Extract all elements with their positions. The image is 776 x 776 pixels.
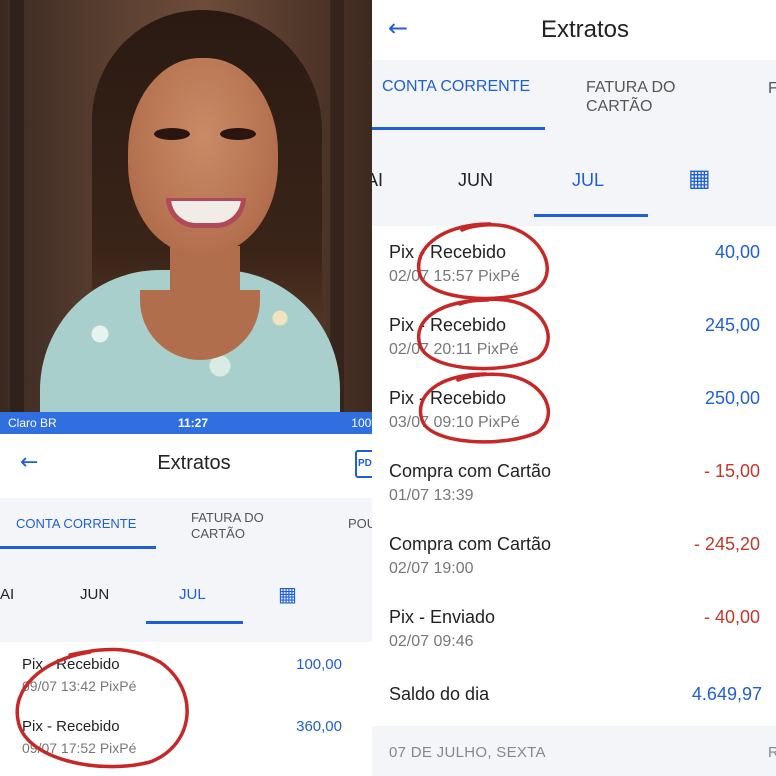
- month-jun[interactable]: JUN: [458, 170, 493, 191]
- month-mai[interactable]: AI: [0, 586, 14, 603]
- month-jul[interactable]: JUL: [179, 586, 206, 603]
- nav-bar: ← Extratos: [372, 0, 776, 60]
- month-selector: AI JUN JUL ▦: [0, 564, 388, 642]
- tab-bar: CONTA CORRENTE FATURA DO CARTÃO F: [372, 60, 776, 130]
- tab-bar: CONTA CORRENTE FATURA DO CARTÃO POUP: [0, 498, 388, 564]
- transaction-row[interactable]: Compra com Cartão 01/07 13:39 - 15,00: [372, 447, 776, 520]
- date-section-header: 07 DE JULHO, SEXTA R: [372, 726, 776, 776]
- date-header-label: 07 DE JULHO, SEXTA: [389, 744, 546, 761]
- transaction-label: Pix - Recebido: [389, 388, 507, 408]
- transaction-amount: - 40,00: [703, 607, 760, 627]
- transaction-row[interactable]: Pix - Recebido 02/07 20:11 PixPé 245,00: [372, 301, 776, 374]
- transaction-row[interactable]: Pix - Recebido 09/07 17:52 PixPé 360,00: [0, 706, 388, 768]
- right-phone-screen: ← Extratos CONTA CORRENTE FATURA DO CART…: [372, 0, 776, 776]
- month-mai[interactable]: AI: [372, 170, 383, 191]
- daily-balance-amount: 4.649,97: [691, 684, 762, 704]
- transaction-amount: - 245,20: [693, 534, 760, 554]
- page-title: Extratos: [541, 16, 630, 43]
- page-title: Extratos: [157, 452, 231, 474]
- transaction-label: Pix - Recebido: [22, 718, 120, 735]
- transaction-row[interactable]: Pix - Enviado 02/07 09:46 - 40,00: [372, 593, 776, 666]
- month-jun[interactable]: JUN: [80, 586, 109, 603]
- transaction-amount: - 15,00: [703, 461, 760, 481]
- transaction-amount: 245,00: [704, 315, 760, 335]
- daily-balance: Saldo do dia 4.649,97: [372, 664, 776, 726]
- transaction-subtitle: 02/07 09:46: [389, 633, 474, 650]
- daily-balance-label: Saldo do dia: [389, 684, 490, 704]
- transaction-row[interactable]: Pix - Recebido 09/07 13:42 PixPé 100,00: [0, 644, 388, 706]
- tab-fatura-line2: CARTÃO: [586, 98, 653, 115]
- calendar-icon[interactable]: ▦: [278, 582, 297, 606]
- transaction-label: Compra com Cartão: [389, 534, 552, 554]
- date-header-right: R: [768, 744, 776, 761]
- month-selector: AI JUN JUL ▦: [372, 130, 776, 226]
- left-phone-screen: Claro BR 11:27 100% ← Extratos PDF CONTA…: [0, 412, 388, 776]
- transaction-subtitle: 09/07 13:42 PixPé: [22, 678, 137, 694]
- tab-poupanca[interactable]: F: [768, 80, 776, 98]
- transaction-amount: 40,00: [714, 242, 760, 262]
- transaction-subtitle: 02/07 20:11 PixPé: [389, 341, 519, 358]
- transaction-subtitle: 01/07 13:39: [389, 487, 474, 504]
- transaction-label: Pix - Recebido: [389, 242, 507, 262]
- transaction-subtitle: 03/07 09:10 PixPé: [389, 414, 520, 431]
- transaction-subtitle: 02/07 15:57 PixPé: [389, 268, 520, 285]
- carrier-label: Claro BR: [8, 416, 57, 430]
- transaction-amount: 250,00: [704, 388, 760, 408]
- transaction-row[interactable]: Pix - Recebido 02/07 15:57 PixPé 40,00: [372, 228, 776, 301]
- calendar-icon[interactable]: ▦: [688, 164, 711, 192]
- transaction-amount: 100,00: [296, 656, 342, 673]
- tab-conta-corrente[interactable]: CONTA CORRENTE: [382, 78, 530, 96]
- back-arrow-icon[interactable]: ←: [388, 14, 408, 42]
- transaction-label: Pix - Recebido: [389, 315, 507, 335]
- active-month-indicator: [146, 621, 243, 624]
- screenshot-collage: Claro BR 11:27 100% ← Extratos PDF CONTA…: [0, 0, 776, 776]
- clock: 11:27: [178, 416, 209, 430]
- transaction-label: Compra com Cartão: [389, 461, 552, 481]
- active-month-indicator: [534, 214, 648, 217]
- nav-bar: ← Extratos PDF: [0, 434, 388, 498]
- transaction-row[interactable]: Compra com Cartão 02/07 19:00 - 245,20: [372, 520, 776, 593]
- tab-fatura-do-cartao[interactable]: FATURA DO CARTÃO: [191, 510, 291, 542]
- transaction-row[interactable]: Pix - Recebido 03/07 09:10 PixPé 250,00: [372, 374, 776, 447]
- transaction-label: Pix - Recebido: [22, 656, 120, 673]
- tab-fatura-line1: FATURA DO: [586, 79, 676, 96]
- month-jul[interactable]: JUL: [572, 170, 604, 191]
- tab-fatura-do-cartao[interactable]: FATURA DO CARTÃO: [586, 78, 676, 116]
- transaction-subtitle: 02/07 19:00: [389, 560, 474, 577]
- transaction-label: Pix - Enviado: [389, 607, 496, 627]
- active-tab-indicator: [0, 546, 156, 549]
- transaction-amount: 360,00: [296, 718, 342, 735]
- tab-conta-corrente[interactable]: CONTA CORRENTE: [16, 516, 136, 531]
- portrait-photo: [0, 0, 372, 412]
- transaction-subtitle: 09/07 17:52 PixPé: [22, 740, 137, 756]
- status-bar: Claro BR 11:27 100%: [0, 412, 388, 434]
